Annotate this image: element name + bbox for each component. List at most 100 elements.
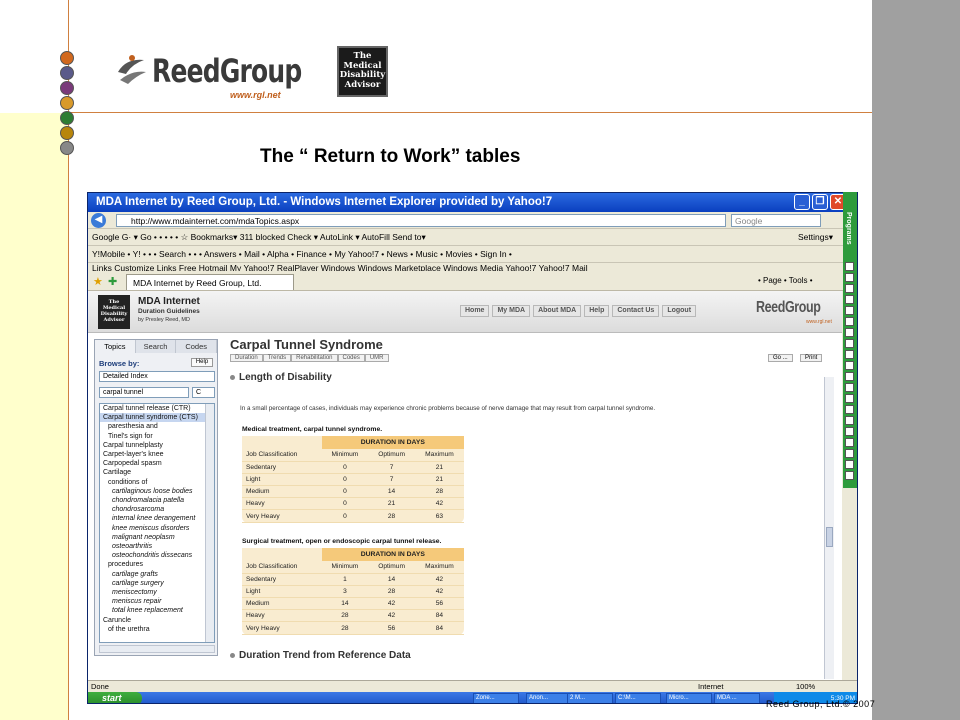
program-shortcut-icon[interactable] bbox=[845, 427, 854, 436]
program-shortcut-icon[interactable] bbox=[845, 449, 854, 458]
tab-codes[interactable]: Codes bbox=[176, 340, 218, 353]
topic-list-item[interactable]: Carpet-layer's knee bbox=[100, 450, 214, 459]
topic-title: Carpal Tunnel Syndrome bbox=[230, 337, 383, 352]
content-scroll-thumb[interactable] bbox=[826, 527, 833, 547]
tab-topics[interactable]: Topics bbox=[95, 340, 136, 353]
search-input[interactable]: Google bbox=[731, 214, 821, 227]
browser-tab[interactable]: MDA Internet by Reed Group, Ltd. bbox=[126, 274, 294, 290]
program-shortcut-icon[interactable] bbox=[845, 284, 854, 293]
table-cell: Light bbox=[242, 473, 322, 487]
subnav-duration[interactable]: Duration bbox=[230, 354, 263, 362]
tab-search[interactable]: Search bbox=[135, 340, 177, 353]
topic-list-item[interactable]: Caruncle bbox=[100, 616, 214, 625]
program-shortcut-icon[interactable] bbox=[845, 262, 854, 271]
nav-link-about-mda[interactable]: About MDA bbox=[533, 305, 582, 317]
program-shortcut-icon[interactable] bbox=[845, 405, 854, 414]
topic-list-item[interactable]: chondromalacia patella bbox=[100, 496, 214, 505]
subnav-rehabilitation[interactable]: Rehabilitation bbox=[291, 354, 338, 362]
table-cell: 14 bbox=[368, 485, 415, 499]
taskbar-item[interactable]: C:\M... bbox=[615, 693, 661, 703]
topic-list-item[interactable]: Carpal tunnel release (CTR) bbox=[100, 404, 214, 413]
program-shortcut-icon[interactable] bbox=[845, 372, 854, 381]
program-shortcut-icon[interactable] bbox=[845, 306, 854, 315]
letter-select[interactable]: C bbox=[192, 387, 215, 398]
start-button[interactable]: start bbox=[88, 692, 142, 703]
program-shortcut-icon[interactable] bbox=[845, 317, 854, 326]
topic-list-item[interactable]: cartilage surgery bbox=[100, 579, 214, 588]
table-row: Sedentary 0 7 21 bbox=[242, 461, 464, 474]
address-input[interactable]: http://www.mdainternet.com/mdaTopics.asp… bbox=[116, 214, 726, 227]
program-shortcut-icon[interactable] bbox=[845, 394, 854, 403]
topic-list-hscrollbar[interactable] bbox=[99, 645, 215, 653]
zoom-level[interactable]: 100% bbox=[796, 682, 815, 691]
nav-link-contact-us[interactable]: Contact Us bbox=[612, 305, 660, 317]
topic-list-item[interactable]: Cartilage bbox=[100, 468, 214, 477]
table-cell: 7 bbox=[368, 461, 415, 474]
program-shortcut-icon[interactable] bbox=[845, 273, 854, 282]
table-cell: 63 bbox=[414, 509, 464, 523]
subnav-codes[interactable]: Codes bbox=[337, 354, 365, 362]
program-shortcut-icon[interactable] bbox=[845, 295, 854, 304]
command-bar[interactable]: • Page • Tools • bbox=[758, 276, 813, 285]
topic-list-item[interactable]: Carpal tunnel syndrome (CTS) bbox=[100, 413, 214, 423]
go-button[interactable]: Go ... bbox=[768, 354, 793, 362]
taskbar-item[interactable]: MDA ... bbox=[714, 693, 760, 703]
yahoo-toolbar-items[interactable]: Y!Mobile • Y! • • • Search • • • Answers… bbox=[92, 249, 512, 259]
topic-list-item[interactable]: conditions of bbox=[100, 478, 214, 487]
program-shortcut-icon[interactable] bbox=[845, 416, 854, 425]
program-shortcut-icon[interactable] bbox=[845, 361, 854, 370]
topic-list-item[interactable]: internal knee derangement bbox=[100, 514, 214, 523]
topic-list-item[interactable]: total knee replacement bbox=[100, 606, 214, 615]
program-shortcut-icon[interactable] bbox=[845, 460, 854, 469]
index-select[interactable]: Detailed Index bbox=[99, 371, 215, 382]
program-shortcut-icon[interactable] bbox=[845, 328, 854, 337]
topic-list-item[interactable]: meniscectomy bbox=[100, 588, 214, 597]
favorites-star-icon[interactable]: ★ bbox=[93, 275, 103, 288]
print-button[interactable]: Print bbox=[800, 354, 823, 362]
topic-list-item[interactable]: cartilage grafts bbox=[100, 570, 214, 579]
nav-link-home[interactable]: Home bbox=[460, 305, 490, 317]
surgical-duration-table: DURATION IN DAYS Job Classification Minimu… bbox=[242, 548, 464, 635]
topic-list-item[interactable]: paresthesia and bbox=[100, 422, 214, 431]
topic-list-item[interactable]: Carpal tunnelplasty bbox=[100, 441, 214, 450]
nav-link-my-mda[interactable]: My MDA bbox=[492, 305, 531, 317]
topic-list-item[interactable]: knee meniscus disorders bbox=[100, 524, 214, 533]
topic-list-scrollbar[interactable] bbox=[205, 404, 214, 642]
topic-list-item[interactable]: osteoarthritis bbox=[100, 542, 214, 551]
taskbar-item[interactable]: 2 M... bbox=[567, 693, 613, 703]
topic-list-item[interactable]: procedures bbox=[100, 560, 214, 569]
taskbar-item[interactable]: Zone... bbox=[473, 693, 519, 703]
google-settings[interactable]: Settings▾ bbox=[798, 232, 833, 243]
topic-list-item[interactable]: Carpopedal spasm bbox=[100, 459, 214, 468]
google-toolbar-items[interactable]: Google G· ▾ Go • • • • • ☆ Bookmarks▾ 31… bbox=[92, 232, 426, 242]
minimize-button[interactable]: _ bbox=[794, 194, 810, 210]
table-caption: DURATION IN DAYS bbox=[321, 548, 464, 561]
content-scrollbar[interactable] bbox=[824, 377, 834, 679]
topic-list-item[interactable]: malignant neoplasm bbox=[100, 533, 214, 542]
topic-list-item[interactable]: meniscus repair bbox=[100, 597, 214, 606]
taskbar-item[interactable]: Anon... bbox=[526, 693, 572, 703]
nav-link-help[interactable]: Help bbox=[584, 305, 610, 317]
table-cell: Medium bbox=[242, 485, 322, 499]
topic-list-item[interactable]: of the urethra bbox=[100, 625, 214, 634]
topic-search-input[interactable]: carpal tunnel bbox=[99, 387, 189, 398]
program-shortcut-icon[interactable] bbox=[845, 339, 854, 348]
topic-list-item[interactable]: chondrosarcoma bbox=[100, 505, 214, 514]
back-icon[interactable]: ◀ bbox=[91, 213, 106, 228]
topic-list-item[interactable]: Tinel's sign for bbox=[100, 432, 214, 441]
program-shortcut-icon[interactable] bbox=[845, 438, 854, 447]
program-shortcut-icon[interactable] bbox=[845, 350, 854, 359]
add-favorite-icon[interactable]: ✚ bbox=[108, 275, 117, 288]
table-cell: 84 bbox=[414, 609, 464, 623]
nav-link-logout[interactable]: Logout bbox=[662, 305, 697, 317]
subnav-umr[interactable]: UMR bbox=[364, 354, 389, 362]
taskbar-item[interactable]: Micro... bbox=[666, 693, 712, 703]
help-button[interactable]: Help bbox=[191, 358, 213, 367]
topic-list-item[interactable]: cartilaginous loose bodies bbox=[100, 487, 214, 496]
maximize-button[interactable]: ❐ bbox=[812, 194, 828, 210]
subnav-trends[interactable]: Trends bbox=[262, 354, 292, 362]
program-shortcut-icon[interactable] bbox=[845, 383, 854, 392]
table-row: Heavy 0 21 42 bbox=[242, 497, 464, 511]
topic-list-item[interactable]: osteochondritis dissecans bbox=[100, 551, 214, 560]
program-shortcut-icon[interactable] bbox=[845, 471, 854, 480]
